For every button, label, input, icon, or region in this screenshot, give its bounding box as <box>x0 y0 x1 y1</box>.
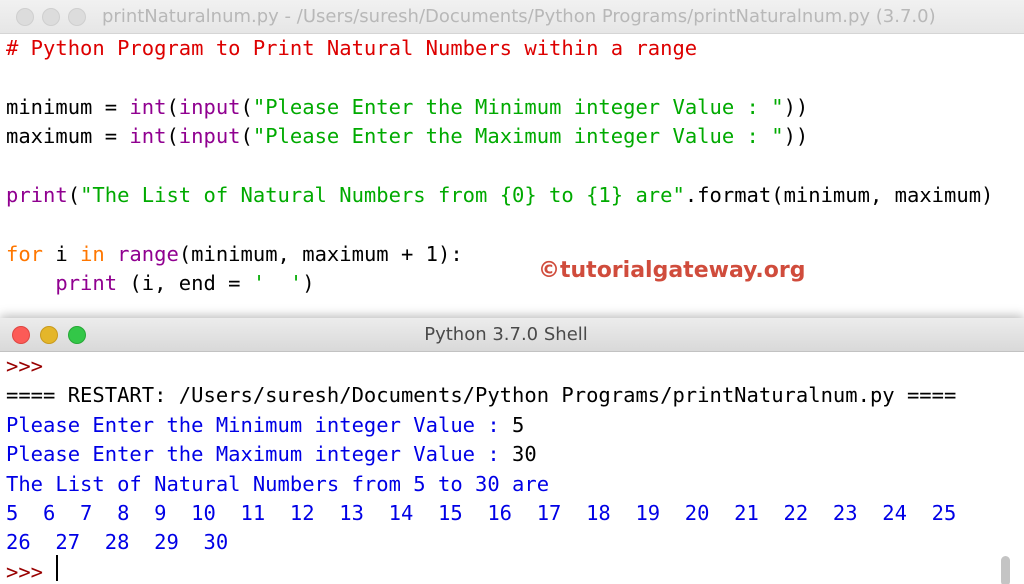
shell-line: The List of Natural Numbers from 5 to 30… <box>6 472 549 496</box>
shell-line-text: 5 6 7 8 9 10 11 12 13 14 15 16 17 18 19 … <box>6 501 957 525</box>
shell-window[interactable]: Python 3.7.0 Shell >>> ==== RESTART: /Use… <box>0 318 1024 584</box>
editor-titlebar[interactable]: printNaturalnum.py - /Users/suresh/Docum… <box>0 0 1024 34</box>
code-token-plain: (i, end = <box>117 271 253 296</box>
code-token-keyword: in <box>80 241 105 266</box>
code-line: maximum = int(input("Please Enter the Ma… <box>6 124 808 148</box>
shell-line: Please Enter the Maximum integer Value :… <box>6 442 537 466</box>
code-token-builtin: int <box>129 124 167 149</box>
code-token-plain: maximum = <box>6 124 130 149</box>
code-line: # Python Program to Print Natural Number… <box>6 36 697 60</box>
code-token-plain: .format(minimum, maximum) <box>684 183 994 207</box>
code-token-plain: ( <box>240 94 253 119</box>
shell-line: >>> <box>6 354 43 378</box>
code-token-plain: i <box>43 241 81 266</box>
code-token-comment: # Python Program to Print Natural Number… <box>6 36 698 60</box>
shell-line-text: Please Enter the Maximum integer Value : <box>6 442 513 467</box>
shell-line-text: Please Enter the Minimum integer Value : <box>6 412 513 437</box>
code-token-keyword: for <box>6 241 44 266</box>
shell-line: 5 6 7 8 9 10 11 12 13 14 15 16 17 18 19 … <box>6 501 956 525</box>
code-token-builtin: input <box>178 94 241 119</box>
shell-line: 26 27 28 29 30 <box>6 530 228 554</box>
editor-minimize-button[interactable] <box>42 8 60 26</box>
code-token-builtin: input <box>178 124 241 149</box>
code-token-string: "Please Enter the Minimum integer Value … <box>252 94 784 119</box>
code-line: print (i, end = ' ') <box>6 271 315 296</box>
shell-scrollbar[interactable] <box>1001 556 1010 584</box>
code-editor[interactable]: # Python Program to Print Natural Number… <box>0 34 1024 318</box>
code-token-plain: )) <box>783 94 809 119</box>
editor-close-button[interactable] <box>16 8 34 26</box>
shell-user-input: 30 <box>512 442 537 467</box>
shell-titlebar[interactable]: Python 3.7.0 Shell <box>0 318 1024 352</box>
code-token-plain: ) <box>302 271 315 296</box>
code-line: minimum = int(input("Please Enter the Mi… <box>6 95 808 119</box>
code-line: print("The List of Natural Numbers from … <box>6 183 993 207</box>
code-token-plain: minimum = <box>6 94 130 119</box>
code-token-plain: ( <box>240 124 253 149</box>
watermark: ©tutorialgateway.org <box>538 258 806 283</box>
code-token-string: "The List of Natural Numbers from {0} to… <box>80 183 685 207</box>
shell-line-text: ==== RESTART: /Users/suresh/Documents/Py… <box>6 383 957 408</box>
shell-prompt: >>> <box>6 559 56 584</box>
shell-user-input: 5 <box>512 412 525 437</box>
code-token-string: "Please Enter the Maximum integer Value … <box>252 124 784 149</box>
code-token-builtin: print <box>55 271 118 296</box>
code-token-builtin: print <box>6 183 68 207</box>
code-token-builtin: int <box>129 94 167 119</box>
code-line: for i in range(minimum, maximum + 1): <box>6 242 463 266</box>
shell-line: >>> <box>6 560 55 584</box>
editor-window-title: printNaturalnum.py - /Users/suresh/Docum… <box>102 6 936 27</box>
screen: printNaturalnum.py - /Users/suresh/Docum… <box>0 0 1024 584</box>
shell-window-title: Python 3.7.0 Shell <box>424 324 588 345</box>
code-token-builtin: range <box>117 241 179 266</box>
text-cursor <box>56 555 58 581</box>
code-token-plain: ( <box>166 94 179 119</box>
shell-prompt: >>> <box>6 354 44 378</box>
shell-line-text: 26 27 28 29 30 <box>6 530 229 555</box>
shell-line-text: The List of Natural Numbers from 5 to 30… <box>6 471 550 496</box>
code-token-plain: )) <box>783 124 809 149</box>
editor-zoom-button[interactable] <box>68 8 86 26</box>
code-token-plain: ( <box>67 183 81 207</box>
code-token-plain: ( <box>166 124 179 149</box>
code-token-string: ' ' <box>252 271 303 296</box>
shell-line: ==== RESTART: /Users/suresh/Documents/Py… <box>6 383 956 407</box>
code-token-plain: (minimum, maximum + 1): <box>178 241 463 266</box>
shell-line: Please Enter the Minimum integer Value :… <box>6 413 524 437</box>
